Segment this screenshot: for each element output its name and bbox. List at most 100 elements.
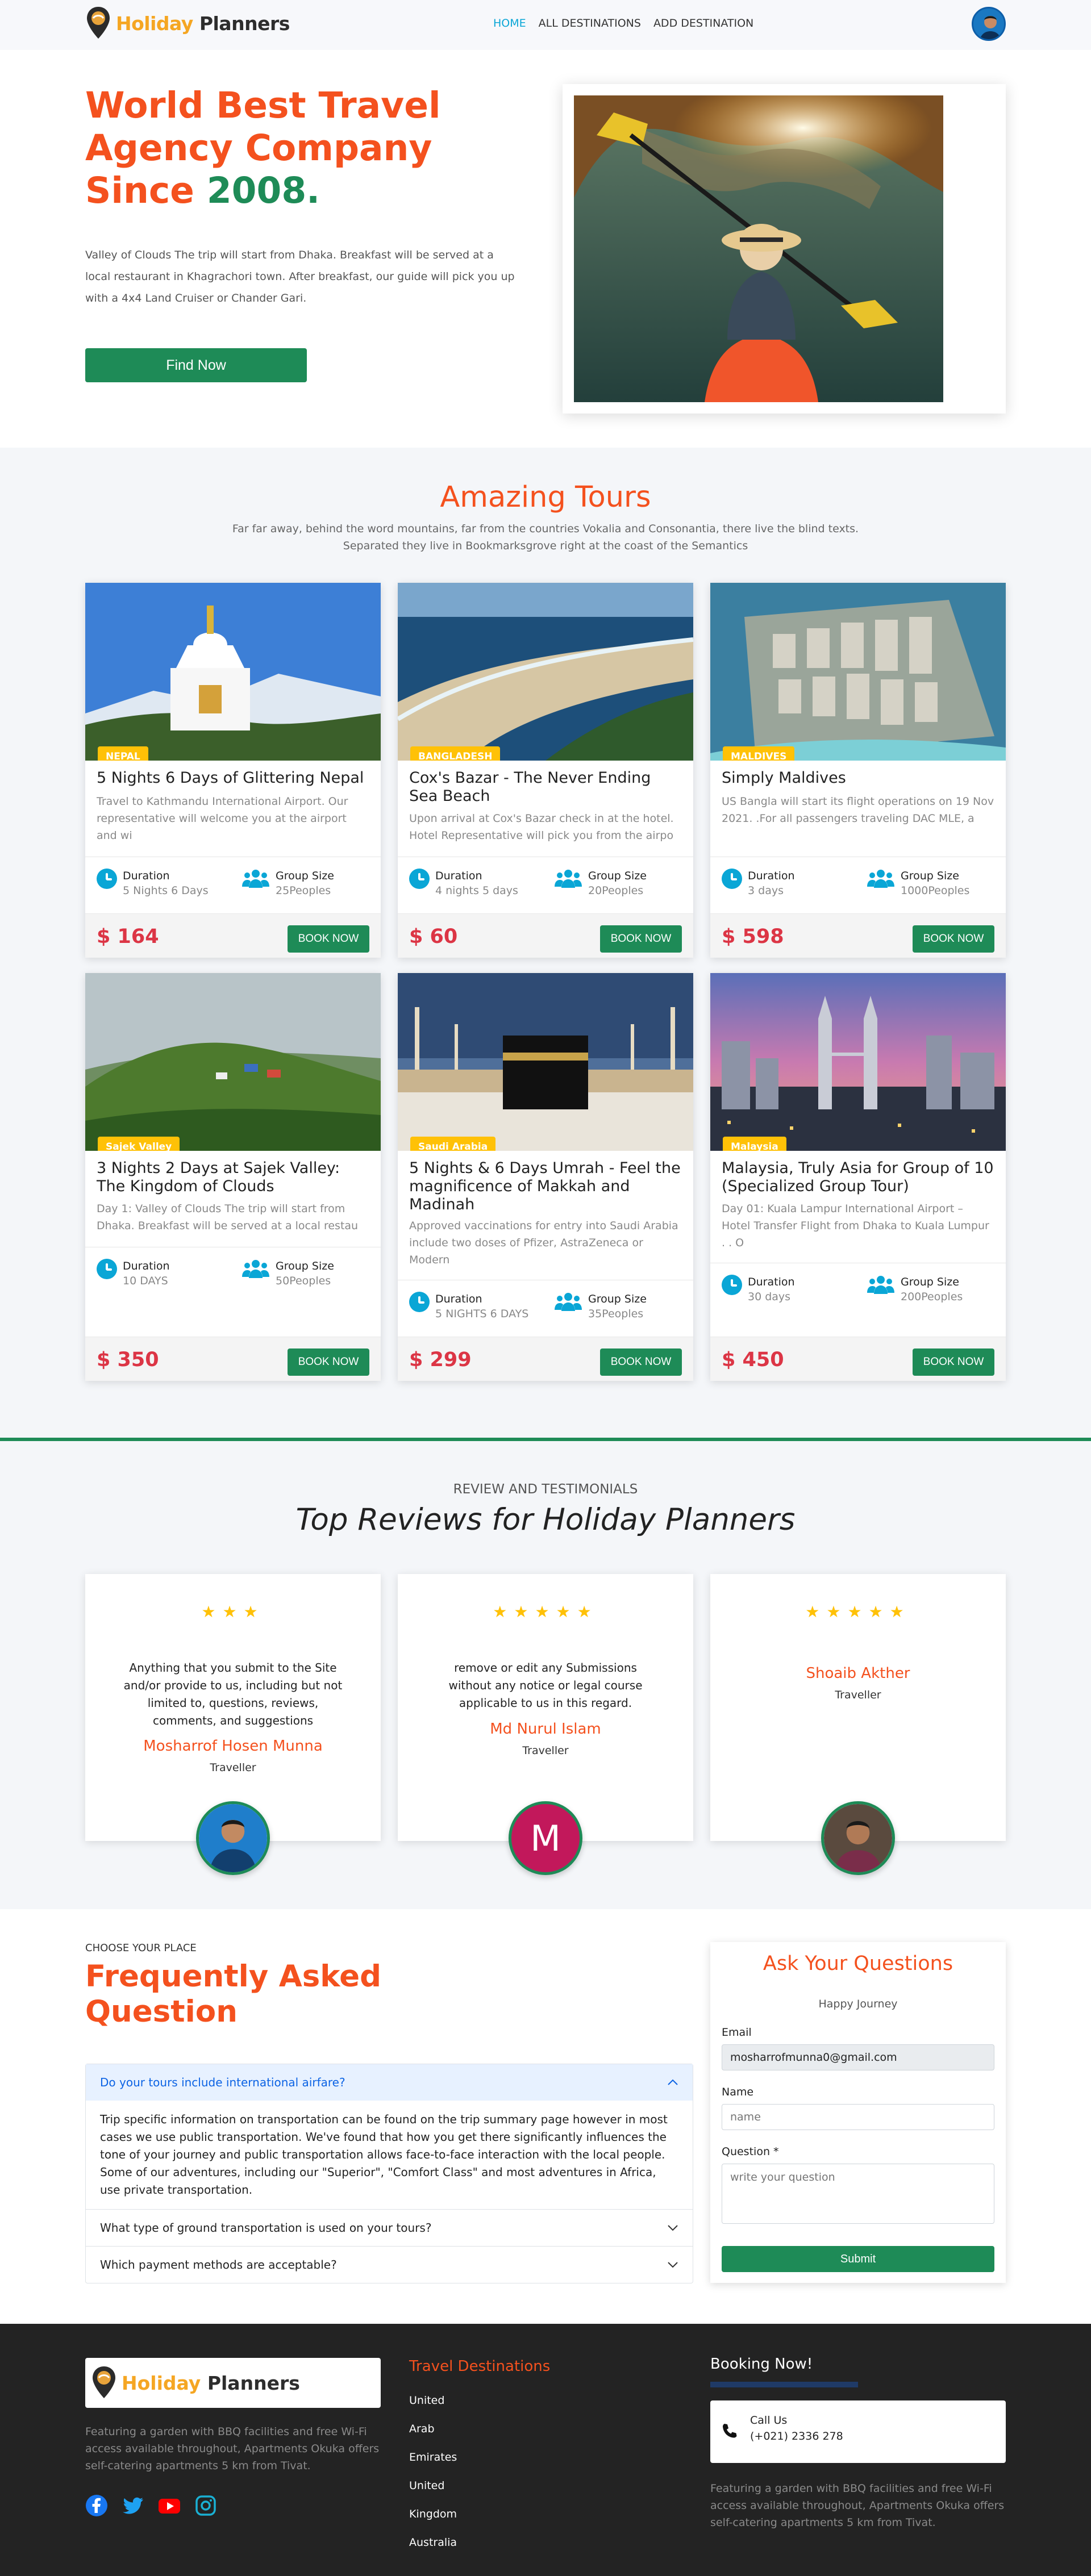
question-field[interactable] — [722, 2164, 994, 2224]
hero-section: World Best Travel Agency Company Since 2… — [0, 50, 1091, 448]
tour-card-nepal: NEPAL 5 Nights 6 Days of Glittering Nepa… — [85, 583, 381, 958]
destination-badge: BANGLADESH — [410, 746, 501, 761]
avatar-initial: M — [530, 1817, 561, 1859]
clock-icon — [722, 1275, 742, 1295]
main-menu: HOME ALL DESTINATIONS ADD DESTINATION — [493, 17, 753, 30]
tour-description: Travel to Kathmandu International Airpor… — [97, 795, 348, 842]
group-size-value: 25Peoples — [276, 884, 331, 897]
group-size-label: Group Size — [901, 870, 959, 882]
book-now-button[interactable]: BOOK NOW — [600, 925, 682, 953]
destination-link[interactable]: Emirates — [409, 2443, 457, 2471]
tour-footer: $ 164 BOOK NOW — [85, 913, 381, 958]
tour-price: $ 60 — [409, 925, 458, 948]
book-now-button[interactable]: BOOK NOW — [913, 925, 994, 953]
duration-value: 4 nights 5 days — [435, 884, 518, 897]
destination-link[interactable]: Australia — [409, 2528, 457, 2557]
reviewer-role: Traveller — [835, 1689, 881, 1701]
tour-image-bangladesh: BANGLADESH — [398, 583, 693, 761]
youtube-icon[interactable] — [158, 2494, 181, 2517]
faq-kicker: CHOOSE YOUR PLACE — [85, 1942, 197, 1954]
destination-link[interactable]: United — [409, 2386, 457, 2415]
footer-logo-planners: Planners — [207, 2372, 300, 2394]
tour-price: $ 598 — [722, 925, 784, 948]
tours-section: Amazing Tours Far far away, behind the w… — [0, 448, 1091, 1438]
call-us-label: Call Us — [750, 2414, 788, 2427]
faq-item: Which payment methods are acceptable? — [86, 2247, 693, 2283]
user-photo-icon — [973, 9, 1004, 39]
find-now-button[interactable]: Find Now — [85, 348, 307, 382]
nav-home[interactable]: HOME — [493, 17, 526, 30]
tour-card-saudi: Saudi Arabia 5 Nights & 6 Days Umrah - F… — [398, 973, 693, 1381]
call-us-box[interactable]: Call Us (+021) 2336 278 — [710, 2400, 1006, 2463]
clock-icon — [97, 869, 117, 889]
hero-image-frame — [563, 84, 1006, 414]
duration-label: Duration — [748, 1276, 795, 1288]
reviews-kicker: REVIEW AND TESTIMONIALS — [453, 1482, 638, 1497]
instagram-icon[interactable] — [194, 2494, 217, 2517]
navbar: Holiday Planners HOME ALL DESTINATIONS A… — [0, 0, 1091, 50]
destination-link[interactable]: Kingdom — [409, 2500, 457, 2528]
nav-add-destination[interactable]: ADD DESTINATION — [653, 17, 753, 30]
tour-price: $ 164 — [97, 925, 159, 948]
star-rating: ★★★★★ — [805, 1602, 911, 1621]
destination-badge: Sajek Valley — [98, 1137, 180, 1151]
facebook-icon[interactable] — [85, 2494, 108, 2517]
faq-question: What type of ground transportation is us… — [100, 2221, 432, 2235]
user-avatar[interactable] — [972, 7, 1006, 41]
reviewer-avatar: M — [509, 1801, 582, 1875]
book-now-button[interactable]: BOOK NOW — [288, 925, 369, 953]
logo-word-holiday: Holiday — [116, 12, 193, 35]
group-size-value: 50Peoples — [276, 1275, 331, 1287]
tour-image-maldives: MALDIVES — [710, 583, 1006, 761]
group-size-label: Group Size — [588, 1293, 647, 1305]
tour-description: Day 01: Kuala Lampur International Airpo… — [722, 1203, 989, 1249]
question-label: Question * — [722, 2145, 779, 2158]
duration-value: 30 days — [748, 1291, 791, 1303]
duration-value: 10 DAYS — [123, 1275, 168, 1287]
clock-icon — [722, 869, 742, 889]
tour-card-malaysia: Malaysia Malaysia, Truly Asia for Group … — [710, 973, 1006, 1381]
book-now-button[interactable]: BOOK NOW — [288, 1348, 369, 1376]
footer-description: Featuring a garden with BBQ facilities a… — [85, 2425, 380, 2472]
group-size-value: 35Peoples — [588, 1308, 644, 1320]
faq-accordion: Do your tours include international airf… — [85, 2064, 693, 2283]
twitter-icon[interactable] — [122, 2494, 144, 2517]
nav-all-destinations[interactable]: ALL DESTINATIONS — [539, 17, 641, 30]
travel-destinations-title: Travel Destinations — [409, 2358, 551, 2375]
tour-title: Simply Maldives — [722, 769, 846, 787]
faq-question-toggle[interactable]: What type of ground transportation is us… — [86, 2210, 693, 2246]
faq-title: Frequently Asked Question — [85, 1959, 382, 2029]
tour-card-sajek: Sajek Valley 3 Nights 2 Days at Sajek Va… — [85, 973, 381, 1381]
destination-link[interactable]: Arab — [409, 2415, 457, 2443]
ask-question-form: Ask Your Questions Happy Journey Email N… — [710, 1942, 1006, 2283]
faq-question-toggle[interactable]: Do your tours include international airf… — [86, 2064, 693, 2101]
group-icon — [555, 870, 582, 888]
group-icon — [867, 1276, 894, 1294]
submit-button[interactable]: Submit — [722, 2246, 994, 2272]
email-field[interactable] — [722, 2044, 994, 2070]
tour-meta: Duration 4 nights 5 days Group Size 20Peop… — [398, 857, 693, 912]
footer-description-2: Featuring a garden with BBQ facilities a… — [710, 2482, 1005, 2529]
tour-image-malaysia: Malaysia — [710, 973, 1006, 1151]
faq-item: Do your tours include international airf… — [86, 2064, 693, 2210]
group-icon — [242, 870, 269, 888]
ask-title: Ask Your Questions — [763, 1952, 953, 1975]
hero-kayak-photo — [574, 95, 943, 402]
book-now-button[interactable]: BOOK NOW — [913, 1348, 994, 1376]
tour-meta: Duration 10 DAYS Group Size 50Peoples — [85, 1247, 381, 1302]
reviewer-photo-icon — [199, 1804, 267, 1872]
hero-title: World Best Travel Agency Company Since 2… — [85, 84, 534, 212]
name-field[interactable] — [722, 2104, 994, 2130]
footer-logo[interactable]: Holiday Planners — [85, 2358, 381, 2408]
reviewer-role: Traveller — [522, 1744, 569, 1757]
tour-title: 3 Nights 2 Days at Sajek Valley: The Kin… — [97, 1159, 340, 1195]
footer-logo-holiday: Holiday — [122, 2372, 201, 2394]
destination-link[interactable]: United — [409, 2471, 457, 2500]
reviewer-photo-icon — [824, 1804, 892, 1872]
chevron-down-icon — [668, 2262, 678, 2268]
tour-footer: $ 299 BOOK NOW — [398, 1337, 693, 1381]
faq-question-toggle[interactable]: Which payment methods are acceptable? — [86, 2247, 693, 2283]
book-now-button[interactable]: BOOK NOW — [600, 1348, 682, 1376]
review-text: Anything that you submit to the Site and… — [123, 1661, 343, 1727]
brand-logo[interactable]: Holiday Planners — [85, 6, 290, 41]
